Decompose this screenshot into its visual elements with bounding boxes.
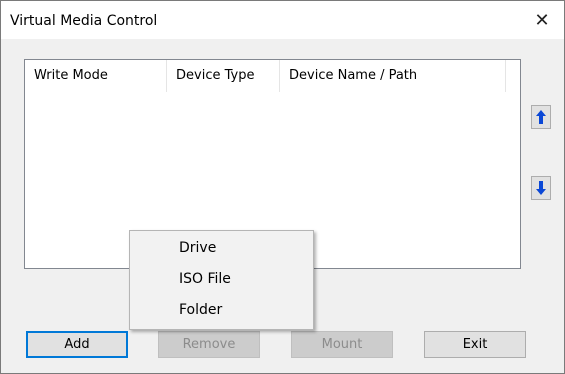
exit-button[interactable]: Exit — [424, 331, 526, 358]
close-icon: ✕ — [534, 9, 550, 31]
menu-item-drive[interactable]: Drive — [130, 234, 313, 262]
virtual-media-dialog: Virtual Media Control ✕ Write Mode Devic… — [0, 0, 565, 374]
title-bar: Virtual Media Control ✕ — [1, 1, 564, 39]
move-down-button[interactable] — [531, 176, 551, 200]
add-context-menu: Drive ISO File Folder — [129, 230, 314, 330]
column-header-device-name-path[interactable]: Device Name / Path — [280, 60, 506, 92]
remove-button[interactable]: Remove — [158, 331, 260, 358]
arrow-up-icon — [536, 110, 546, 124]
window-title: Virtual Media Control — [10, 13, 158, 29]
menu-item-folder[interactable]: Folder — [130, 296, 313, 324]
column-header-device-type[interactable]: Device Type — [167, 60, 280, 92]
close-button[interactable]: ✕ — [520, 1, 564, 39]
list-header: Write Mode Device Type Device Name / Pat… — [25, 60, 520, 92]
menu-item-iso-file[interactable]: ISO File — [130, 265, 313, 293]
add-button[interactable]: Add — [26, 331, 128, 358]
column-header-write-mode[interactable]: Write Mode — [25, 60, 167, 92]
arrow-down-icon — [536, 181, 546, 195]
mount-button[interactable]: Mount — [291, 331, 393, 358]
move-up-button[interactable] — [531, 105, 551, 129]
